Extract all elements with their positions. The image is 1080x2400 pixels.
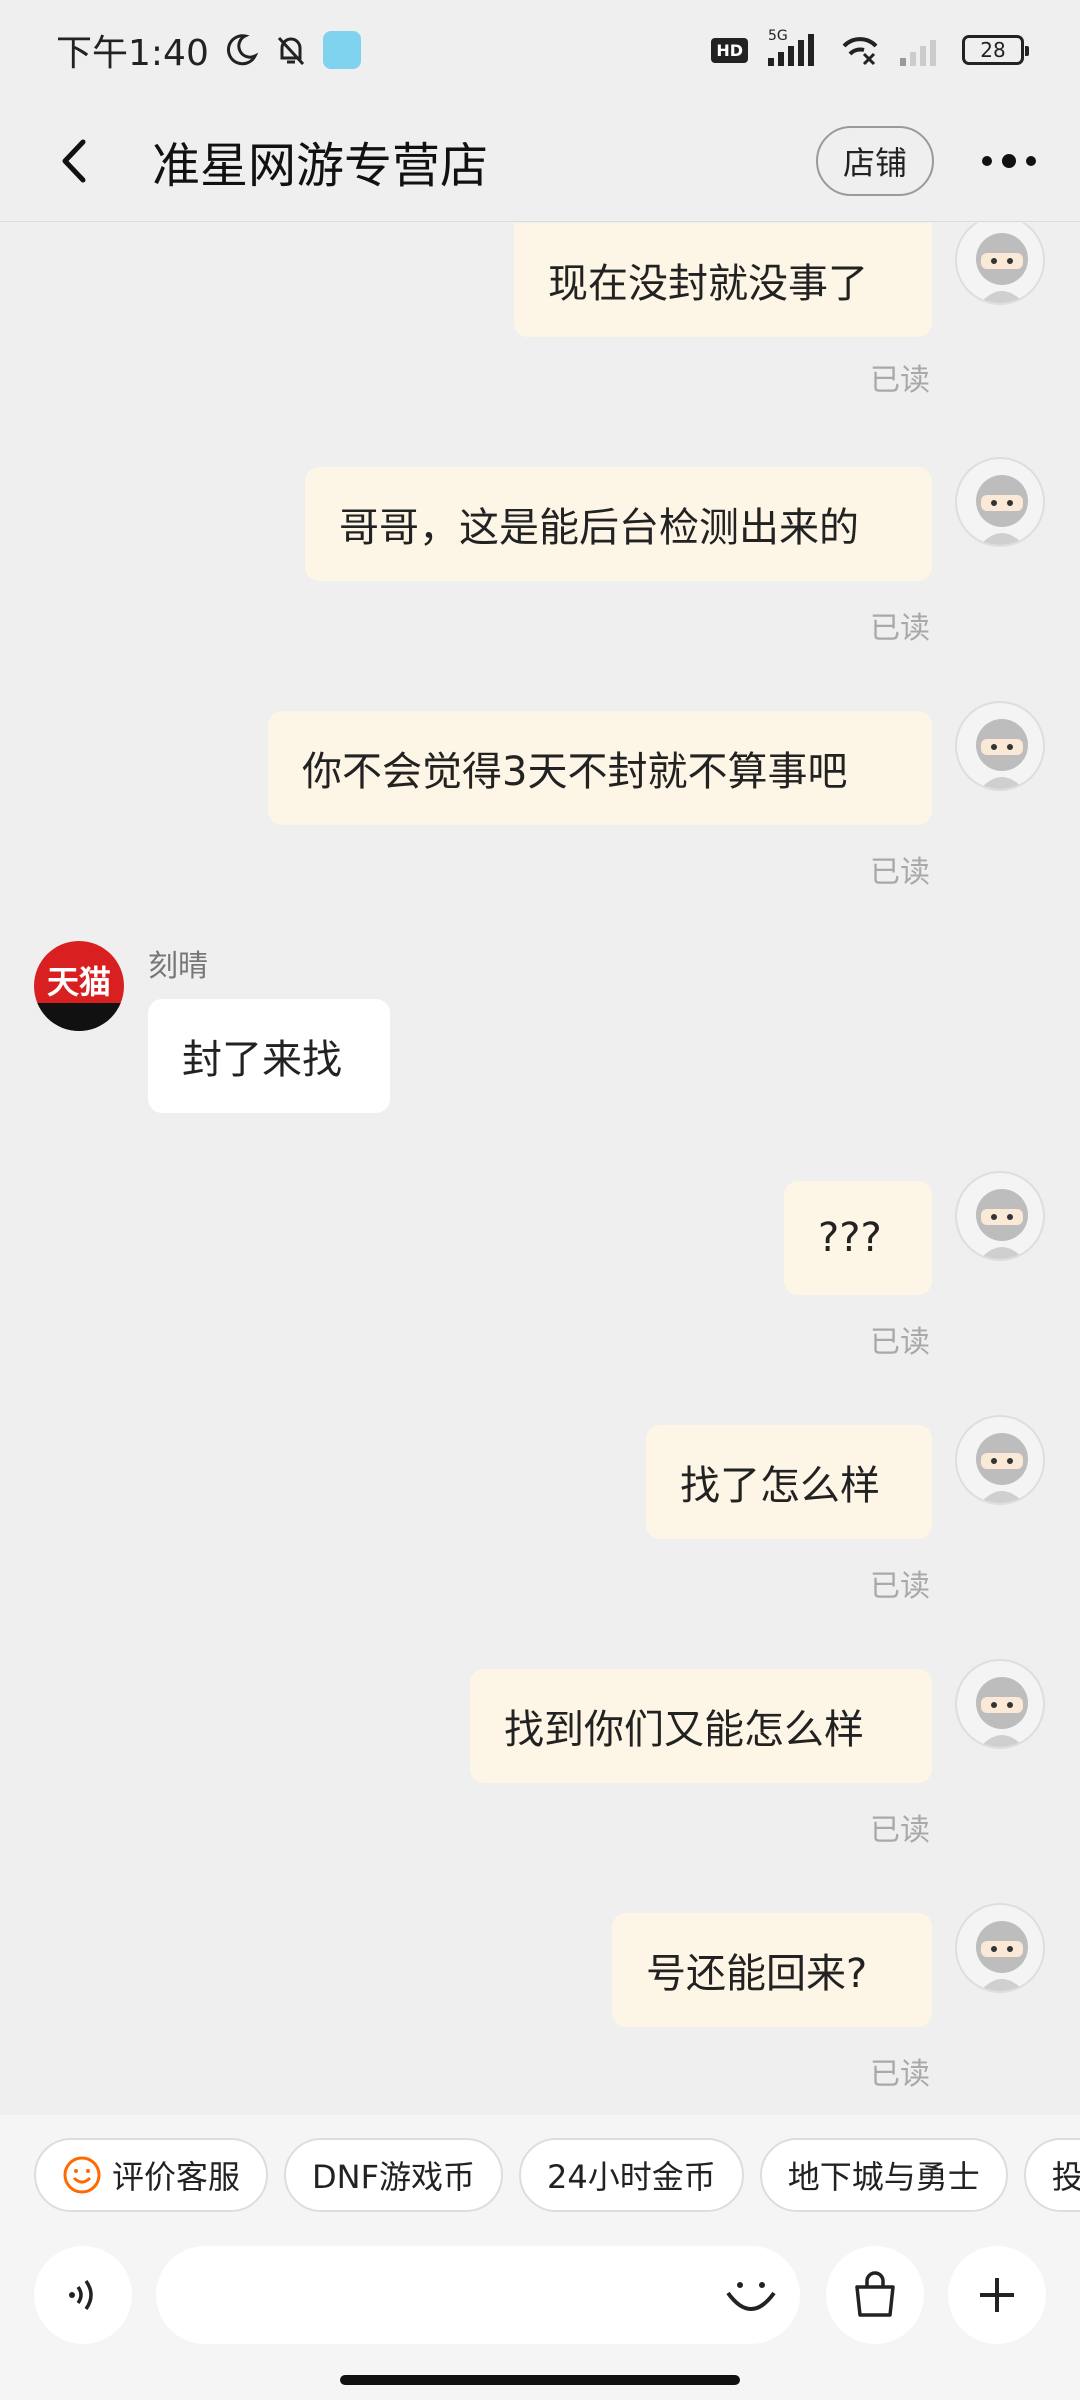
chip-label: 投诉	[1051, 2158, 1080, 2196]
plus-icon	[980, 2278, 1014, 2312]
message-bubble-mine[interactable]: 找了怎么样	[646, 1425, 932, 1539]
message-bubble-mine[interactable]: ???	[784, 1181, 932, 1295]
wifi-off-icon	[840, 32, 880, 68]
more-dots-icon	[982, 153, 1036, 168]
ninja-avatar-icon	[976, 1921, 1028, 1991]
smile-icon	[63, 2156, 101, 2194]
battery-level: 28	[980, 38, 1006, 62]
battery-icon: 28	[962, 35, 1029, 65]
add-button[interactable]	[948, 2246, 1046, 2344]
read-receipt: 已读	[870, 2057, 930, 2092]
status-left: 下午1:40	[56, 24, 361, 76]
message-text: 找了怎么样	[680, 1463, 880, 1509]
tmall-logo-text: 天猫	[46, 963, 111, 1001]
read-receipt: 已读	[870, 1813, 930, 1848]
signal-5g-icon: 5G	[764, 28, 824, 68]
network-type: 5G	[768, 28, 788, 44]
chip-label: 评价客服	[112, 2158, 241, 2196]
ninja-avatar-icon	[976, 719, 1028, 789]
read-receipt: 已读	[870, 1325, 930, 1360]
status-right: HD 5G 28	[711, 28, 1029, 68]
message-text: 你不会觉得3天不封就不算事吧	[302, 749, 848, 795]
chip-dungeon-fighter[interactable]: 地下城与勇士	[759, 2138, 1008, 2212]
chip-dnf-coins[interactable]: DNF游戏币	[284, 2138, 504, 2212]
message-text: ???	[818, 1215, 882, 1261]
shopping-bag-icon	[855, 2271, 895, 2317]
moon-icon	[223, 32, 259, 68]
voice-button[interactable]	[34, 2246, 132, 2344]
my-avatar[interactable]	[955, 1903, 1045, 1993]
chat-header: 准星网游专营店 店铺	[0, 100, 1080, 222]
message-text: 现在没封就没事了	[548, 261, 868, 307]
message-text: 哥哥，这是能后台检测出来的	[339, 505, 859, 551]
hd-badge: HD	[711, 37, 748, 63]
read-receipt: 已读	[870, 1569, 930, 1604]
message-bubble-mine[interactable]: 找到你们又能怎么样	[470, 1669, 932, 1783]
back-arrow-icon	[62, 139, 86, 182]
quick-reply-chips: 评价客服 DNF游戏币 24小时金币 地下城与勇士 投诉	[0, 2115, 1080, 2235]
my-avatar[interactable]	[955, 701, 1045, 791]
emoji-icon	[726, 2282, 776, 2311]
status-bar: 下午1:40 HD 5G 28	[0, 0, 1080, 100]
chip-complaint[interactable]: 投诉	[1023, 2138, 1080, 2212]
message-bubble-mine[interactable]: 哥哥，这是能后台检测出来的	[305, 467, 932, 581]
ninja-avatar-icon	[976, 1189, 1028, 1259]
ninja-avatar-icon	[976, 233, 1028, 303]
page-title: 准星网游专营店	[152, 137, 489, 194]
sender-name: 刻晴	[148, 949, 208, 984]
message-text: 号还能回来?	[646, 1951, 868, 1997]
ninja-avatar-icon	[976, 475, 1028, 545]
message-bubble-mine[interactable]: 号还能回来?	[612, 1913, 932, 2027]
status-time: 下午1:40	[56, 33, 209, 74]
message-input[interactable]	[156, 2246, 800, 2344]
my-avatar[interactable]	[955, 223, 1045, 305]
voice-icon	[69, 2279, 93, 2311]
ninja-avatar-icon	[976, 1677, 1028, 1747]
my-avatar[interactable]	[955, 1415, 1045, 1505]
my-avatar[interactable]	[955, 1659, 1045, 1749]
back-button[interactable]	[40, 126, 110, 196]
my-avatar[interactable]	[955, 457, 1045, 547]
bell-muted-icon	[273, 32, 309, 68]
shopping-bag-button[interactable]	[826, 2246, 924, 2344]
more-options-button[interactable]	[974, 131, 1044, 191]
message-text: 封了来找	[182, 1037, 342, 1083]
chip-24h-gold[interactable]: 24小时金币	[519, 2138, 744, 2212]
read-receipt: 已读	[870, 855, 930, 890]
chip-label: 地下城与勇士	[787, 2158, 980, 2196]
home-indicator[interactable]	[340, 2375, 740, 2385]
shop-avatar[interactable]: 天猫	[34, 941, 124, 1031]
message-bubble-mine[interactable]: 现在没封就没事了	[514, 223, 932, 337]
emoji-button[interactable]	[718, 2261, 784, 2327]
chat-message-list[interactable]: 现在没封就没事了 已读 哥哥，这是能后台检测出来的 已读 你不会觉得3天不封就不…	[0, 223, 1080, 2115]
ninja-avatar-icon	[976, 1433, 1028, 1503]
signal-weak-icon	[896, 32, 946, 68]
chip-label: DNF游戏币	[312, 2158, 476, 2196]
shop-button[interactable]: 店铺	[816, 125, 934, 196]
input-bar	[0, 2235, 1080, 2355]
read-receipt: 已读	[870, 363, 930, 398]
my-avatar[interactable]	[955, 1171, 1045, 1261]
read-receipt: 已读	[870, 611, 930, 646]
message-bubble-mine[interactable]: 你不会觉得3天不封就不算事吧	[268, 711, 932, 825]
message-bubble-theirs[interactable]: 封了来找	[148, 999, 390, 1113]
message-text: 找到你们又能怎么样	[504, 1707, 864, 1753]
gesture-area	[0, 2355, 1080, 2400]
chip-rate-service[interactable]: 评价客服	[34, 2138, 269, 2212]
chip-label: 24小时金币	[547, 2158, 716, 2196]
app-notification-icon	[322, 31, 361, 69]
